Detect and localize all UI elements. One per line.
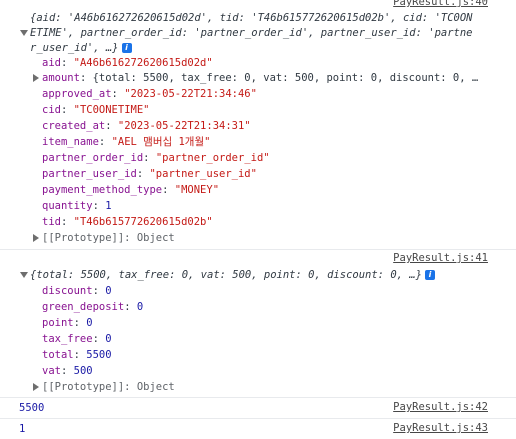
property-key: discount — [42, 285, 93, 297]
object-summary-line: {aid: 'A46b616272620615d02d', tid: 'T46b… — [30, 11, 473, 25]
property-row: discount: 0 — [42, 285, 112, 297]
property-row: approved_at: "2023-05-22T21:34:46" — [42, 88, 257, 100]
property-key: total — [42, 349, 74, 361]
property-value: "partner_order_id" — [155, 152, 270, 164]
property-row: vat: 500 — [42, 365, 93, 377]
property-key: tax_free — [42, 333, 93, 345]
property-row: cid: "TC0ONETIME" — [42, 104, 150, 116]
property-key: point — [42, 317, 74, 329]
property-value: 1 — [105, 200, 112, 212]
source-link[interactable]: PayResult.js:42 — [393, 401, 488, 413]
expand-triangle-icon[interactable] — [33, 74, 39, 82]
object-summary-line: ETIME', partner_order_id: 'partner_order… — [30, 26, 473, 40]
property-key: payment_method_type — [42, 184, 163, 196]
property-value: 0 — [105, 285, 112, 297]
console-separator — [0, 418, 516, 419]
expand-triangle-icon[interactable] — [20, 30, 28, 36]
property-key: quantity — [42, 200, 93, 212]
property-row: total: 5500 — [42, 349, 112, 361]
prototype-label: [[Prototype]]: Object — [42, 381, 175, 393]
property-row: aid: "A46b616272620615d02d" — [42, 57, 213, 69]
property-row: partner_user_id: "partner_user_id" — [42, 168, 257, 180]
property-row: payment_method_type: "MONEY" — [42, 184, 220, 196]
property-row[interactable]: amount: {total: 5500, tax_free: 0, vat: … — [42, 71, 478, 85]
source-link[interactable]: PayResult.js:41 — [393, 252, 488, 264]
console-separator — [0, 249, 516, 250]
property-value: "MONEY" — [174, 184, 220, 196]
expand-triangle-icon[interactable] — [33, 234, 39, 242]
log-value: 1 — [19, 423, 26, 435]
property-key: approved_at — [42, 88, 112, 100]
property-key: green_deposit — [42, 301, 125, 313]
console-separator — [0, 397, 516, 398]
property-value: "T46b615772620615d02b" — [73, 216, 213, 228]
property-row: point: 0 — [42, 317, 93, 329]
expand-triangle-icon[interactable] — [20, 272, 28, 278]
info-icon[interactable]: i — [424, 270, 435, 280]
summary-text: ETIME', partner_order_id: 'partner_order… — [30, 27, 473, 39]
property-value: "A46b616272620615d02d" — [73, 57, 213, 69]
property-key: item_name — [42, 136, 99, 148]
property-row: created_at: "2023-05-22T21:34:31" — [42, 120, 251, 132]
property-key: created_at — [42, 120, 106, 132]
source-link[interactable]: PayResult.js:43 — [393, 422, 488, 434]
property-key: partner_order_id — [42, 152, 144, 164]
property-row: item_name: "AEL 맴버십 1개월" — [42, 136, 211, 148]
property-value: "partner_user_id" — [149, 168, 257, 180]
property-key: tid — [42, 216, 61, 228]
object-summary-line: r_user_id', …} i — [30, 41, 132, 55]
property-key: vat — [42, 365, 61, 377]
property-value: {total: 5500, tax_free: 0, vat: 500, poi… — [92, 72, 479, 84]
summary-text: {total: 5500, tax_free: 0, vat: 500, poi… — [30, 269, 422, 281]
summary-text: {aid: 'A46b616272620615d02d', tid: 'T46b… — [30, 12, 473, 24]
summary-text: r_user_id', …} — [30, 42, 119, 54]
property-key: cid — [42, 104, 61, 116]
property-row: partner_order_id: "partner_order_id" — [42, 152, 270, 164]
property-value: "TC0ONETIME" — [73, 104, 150, 116]
log-value: 5500 — [19, 402, 45, 414]
property-value: 0 — [136, 301, 144, 313]
property-value: "2023-05-22T21:34:31" — [117, 120, 251, 132]
expand-triangle-icon[interactable] — [33, 383, 39, 391]
object-summary-line: {total: 5500, tax_free: 0, vat: 500, poi… — [30, 268, 435, 282]
source-link[interactable]: PayResult.js:40 — [393, 0, 488, 8]
property-value: "2023-05-22T21:34:46" — [124, 88, 257, 100]
prototype-label: [[Prototype]]: Object — [42, 232, 175, 244]
property-key: aid — [42, 57, 61, 69]
prototype-row[interactable]: [[Prototype]]: Object — [42, 231, 175, 245]
property-row: quantity: 1 — [42, 200, 112, 212]
property-key: partner_user_id — [42, 168, 137, 180]
property-key: amount — [42, 72, 80, 84]
property-value: 0 — [86, 317, 93, 329]
property-value: 5500 — [86, 349, 112, 361]
property-value: 500 — [73, 365, 93, 377]
info-icon[interactable]: i — [121, 43, 132, 53]
property-value: "AEL 맴버십 1개월" — [111, 136, 211, 148]
property-value: 0 — [105, 333, 112, 345]
property-row: tid: "T46b615772620615d02b" — [42, 216, 213, 228]
prototype-row[interactable]: [[Prototype]]: Object — [42, 380, 175, 394]
property-row: tax_free: 0 — [42, 333, 112, 345]
property-row: green_deposit: 0 — [42, 301, 144, 313]
